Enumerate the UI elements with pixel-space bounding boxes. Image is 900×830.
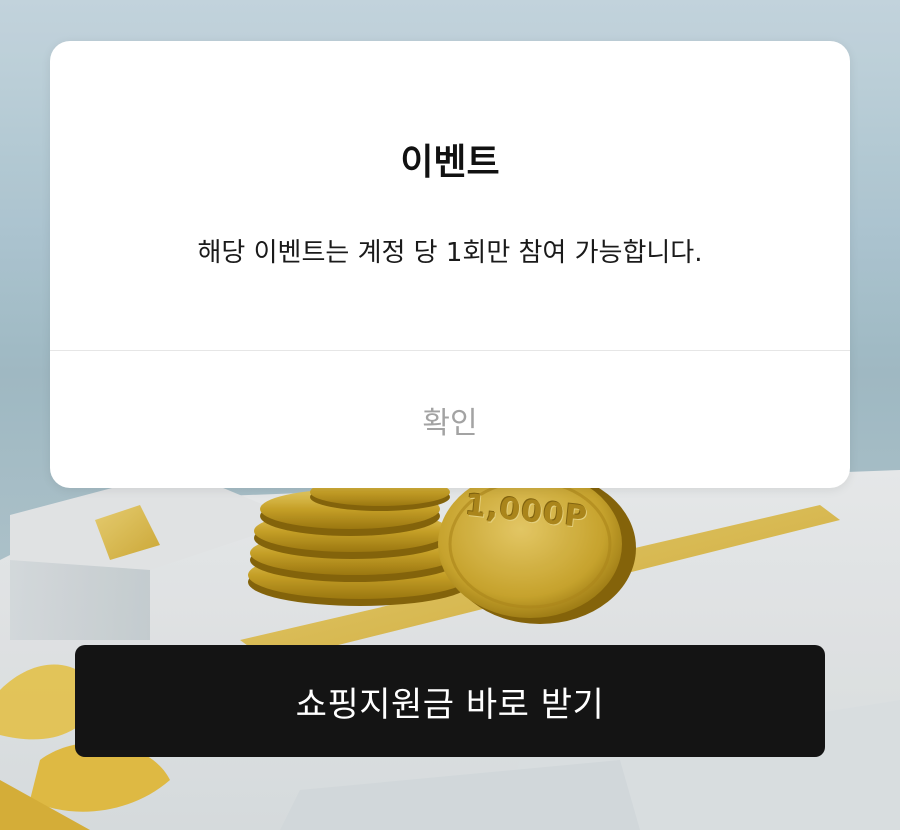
event-dialog: 이벤트 해당 이벤트는 계정 당 1회만 참여 가능합니다. 확인 (50, 41, 850, 488)
confirm-button[interactable]: 확인 (50, 351, 850, 488)
event-screen: 1,000P 쇼핑지원금 바로 받기 이벤트 해당 이벤트는 계정 당 1회만 … (0, 0, 900, 830)
get-shopping-credit-button[interactable]: 쇼핑지원금 바로 받기 (75, 645, 825, 757)
dialog-message: 해당 이벤트는 계정 당 1회만 참여 가능합니다. (197, 238, 703, 268)
dialog-title: 이벤트 (400, 142, 500, 183)
dialog-body: 이벤트 해당 이벤트는 계정 당 1회만 참여 가능합니다. (50, 41, 850, 350)
